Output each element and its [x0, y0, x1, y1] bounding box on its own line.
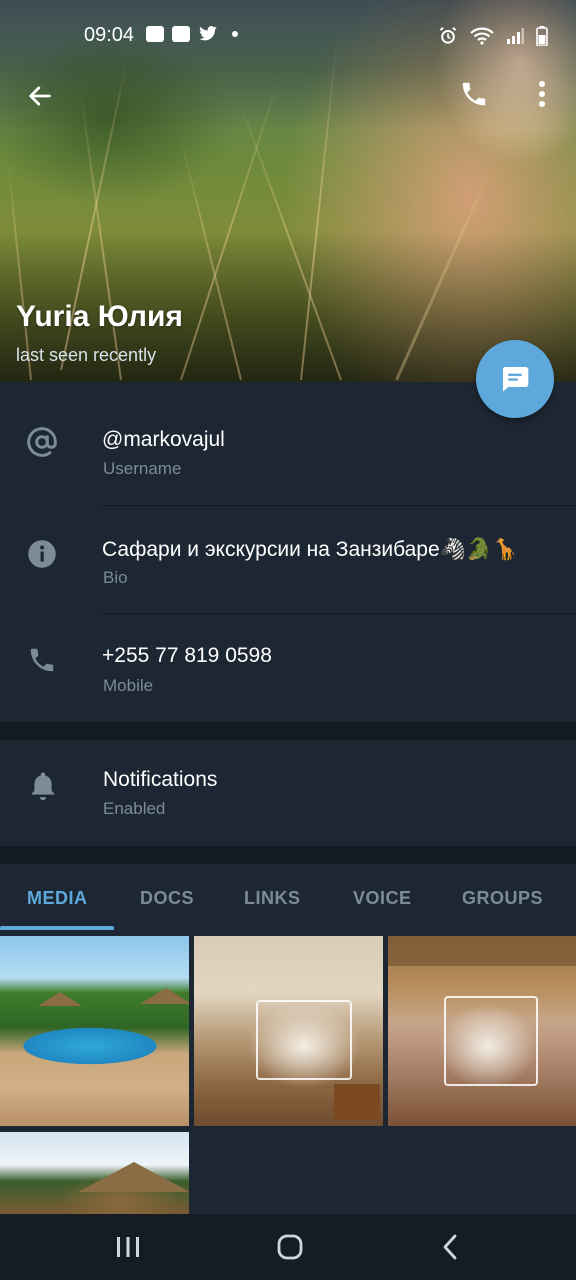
- section-separator: [0, 846, 576, 864]
- bio-row[interactable]: Сафари и экскурсии на Занзибаре🦓🐊🦒 Bio: [0, 506, 576, 614]
- home-button[interactable]: [260, 1224, 320, 1270]
- media-thumbnail[interactable]: [388, 936, 576, 1126]
- notifications-title: Notifications: [103, 768, 218, 791]
- media-thumbnail[interactable]: [0, 1132, 189, 1214]
- profile-cover-photo[interactable]: 09:04 Yuria Юлия last seen recently: [0, 0, 576, 382]
- status-bar: 09:04: [0, 0, 576, 54]
- shared-media-tabs: MEDIA DOCS LINKS VOICE GROUPS: [0, 864, 576, 932]
- app-notification-icon: [172, 26, 190, 42]
- send-message-button[interactable]: [476, 340, 554, 418]
- recent-apps-icon: [117, 1237, 139, 1257]
- media-thumbnail[interactable]: [0, 936, 189, 1126]
- last-seen-status: last seen recently: [16, 345, 157, 365]
- section-separator: [0, 722, 576, 740]
- phone-icon: [30, 648, 54, 672]
- profile-screen: 09:04 Yuria Юлия last seen recently @mar…: [0, 0, 576, 1280]
- twitter-icon: [199, 26, 217, 41]
- at-sign-icon: [27, 427, 57, 457]
- phone-row[interactable]: +255 77 819 0598 Mobile: [0, 614, 576, 722]
- tab-links[interactable]: LINKS: [244, 888, 301, 909]
- arrow-left-icon: [29, 86, 51, 106]
- signal-icon: [507, 28, 524, 44]
- profile-info-section: @markovajul Username Сафари и экскурсии …: [0, 382, 576, 722]
- tab-docs[interactable]: DOCS: [140, 888, 194, 909]
- profile-name: Yuria Юлия: [16, 300, 183, 333]
- chevron-left-icon: [443, 1234, 457, 1260]
- wifi-icon: [470, 27, 494, 45]
- notifications-state: Enabled: [103, 799, 166, 818]
- call-button[interactable]: [452, 72, 496, 116]
- more-notifications-dot: [232, 31, 238, 37]
- media-grid: [0, 936, 576, 1214]
- phone-icon: [462, 82, 486, 106]
- notifications-row[interactable]: Notifications Enabled: [0, 740, 576, 846]
- bio-value: Сафари и экскурсии на Занзибаре🦓🐊🦒: [102, 538, 519, 561]
- status-time: 09:04: [84, 24, 135, 46]
- bio-label: Bio: [103, 568, 128, 587]
- home-icon: [277, 1234, 303, 1260]
- alarm-icon: [439, 26, 457, 44]
- tab-groups[interactable]: GROUPS: [462, 888, 543, 909]
- message-notification-icon: [146, 26, 164, 42]
- username-value: @markovajul: [102, 428, 225, 451]
- system-navigation-bar: [0, 1214, 576, 1280]
- battery-icon: [536, 26, 548, 46]
- recent-apps-button[interactable]: [98, 1224, 158, 1270]
- more-vertical-icon: [539, 81, 545, 107]
- phone-label: Mobile: [103, 676, 154, 695]
- info-icon: [28, 540, 56, 568]
- more-options-button[interactable]: [522, 72, 562, 116]
- tab-voice[interactable]: VOICE: [353, 888, 412, 909]
- back-button[interactable]: [18, 74, 62, 118]
- back-nav-button[interactable]: [420, 1224, 480, 1270]
- active-tab-indicator: [0, 926, 114, 930]
- username-label: Username: [103, 459, 182, 478]
- media-thumbnail[interactable]: [194, 936, 383, 1126]
- tab-media[interactable]: MEDIA: [27, 888, 88, 909]
- bell-icon: [31, 772, 55, 801]
- message-bubble-icon: [502, 367, 529, 392]
- phone-value: +255 77 819 0598: [102, 644, 272, 667]
